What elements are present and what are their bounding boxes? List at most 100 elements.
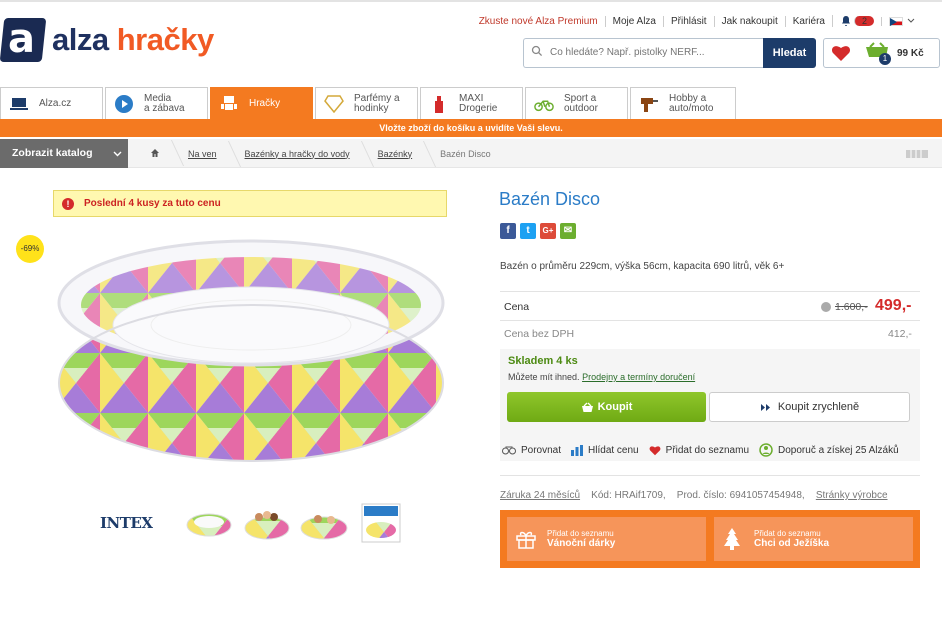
recommend-action[interactable]: Doporuč a získej 25 Alzáků xyxy=(759,443,899,457)
premium-link[interactable]: Zkuste nové Alza Premium xyxy=(472,16,605,27)
info-dot-icon[interactable] xyxy=(821,302,831,312)
stock-note-text: Můžete mít ihned. xyxy=(508,372,580,382)
career-link[interactable]: Kariéra xyxy=(784,15,832,27)
product-code: Kód: HRAif1709, xyxy=(591,490,666,501)
product-description: Bazén o průměru 229cm, výška 56cm, kapac… xyxy=(500,261,785,272)
manufacturer-link[interactable]: Stránky výrobce xyxy=(816,490,888,501)
recommend-icon xyxy=(759,443,773,457)
tab-media[interactable]: Media a zábava xyxy=(105,87,208,119)
laptop-icon xyxy=(9,94,29,114)
home-crumb[interactable] xyxy=(140,148,178,160)
breadcrumb: Na ven Bazénky a hračky do vody Bazénky … xyxy=(140,139,509,168)
promo-banner: Vložte zboží do košíku a uvidíte Vaši sl… xyxy=(0,119,942,137)
tab-label-line2: outdoor xyxy=(564,102,598,114)
basket-icon xyxy=(581,402,593,412)
product-number: Prod. číslo: 6941057454948, xyxy=(676,490,805,501)
thumbnail[interactable] xyxy=(186,511,232,537)
wish-big-label: Chci od Ježíška xyxy=(754,538,830,549)
tab-label-line2: hodinky xyxy=(354,102,389,114)
product-meta: Záruka 24 měsíců Kód: HRAif1709, Prod. č… xyxy=(500,490,888,501)
tab-hracky[interactable]: Hračky xyxy=(210,87,313,119)
breadcrumb-item[interactable]: Bazénky xyxy=(368,149,431,159)
add-to-list-label: Přidat do seznamu xyxy=(665,444,750,456)
tab-label-line2: a zábava xyxy=(144,102,185,114)
my-alza-link[interactable]: Moje Alza xyxy=(604,15,663,27)
buy-button[interactable]: Koupit xyxy=(507,392,706,422)
catalog-button-label: Zobrazit katalog xyxy=(12,147,93,159)
price-label: Cena xyxy=(504,301,530,313)
stock-status: Skladem 4 ks xyxy=(508,355,578,367)
notifications[interactable]: 2 xyxy=(831,15,881,27)
search-input[interactable] xyxy=(550,47,750,58)
robot-icon xyxy=(219,94,239,114)
divider xyxy=(500,475,920,476)
add-to-list-action[interactable]: Přidat do seznamu xyxy=(649,445,749,456)
google-plus-icon[interactable]: G+ xyxy=(540,223,556,239)
product-actions: Porovnat Hlídat cenu Přidat do seznamu D… xyxy=(502,443,909,457)
thumbnail[interactable] xyxy=(244,506,290,540)
heart-icon xyxy=(649,445,661,455)
price-novat-label: Cena bez DPH xyxy=(504,328,575,340)
logo-text[interactable]: alza hračky xyxy=(52,22,214,58)
breadcrumb-item[interactable]: Bazénky a hračky do vody xyxy=(235,149,368,159)
heart-icon[interactable] xyxy=(831,44,851,62)
bell-icon xyxy=(841,16,850,26)
tab-label-line2: auto/moto xyxy=(669,102,714,114)
delivery-link[interactable]: Prodejny a termíny doručení xyxy=(582,372,695,382)
old-price: 1.600,- xyxy=(835,301,868,313)
wish-christmas-button[interactable]: Přidat do seznamu Vánoční dárky xyxy=(507,517,706,561)
top-links: Zkuste nové Alza Premium Moje Alza Přihl… xyxy=(472,15,922,27)
bicycle-icon xyxy=(534,94,554,114)
compare-label: Porovnat xyxy=(521,444,562,456)
logo-letter: a xyxy=(8,16,35,62)
category-tabs: Alza.cz Media a zábava Hračky Parfémy a ho… xyxy=(0,87,942,119)
czech-flag-icon xyxy=(889,16,903,26)
watch-price-action[interactable]: Hlídat cenu xyxy=(571,444,639,456)
thumbnail[interactable] xyxy=(300,508,348,540)
watch-price-label: Hlídat cenu xyxy=(588,444,639,456)
tab-sport[interactable]: Sport a outdoor xyxy=(525,87,628,119)
grid-view-icon[interactable] xyxy=(906,150,928,158)
price: 499,- xyxy=(875,297,912,314)
language-switch[interactable] xyxy=(881,16,922,26)
gift-icon xyxy=(516,531,536,549)
catalog-button[interactable]: Zobrazit katalog xyxy=(0,139,128,168)
alert-icon: ! xyxy=(62,198,74,210)
stock-note: Můžete mít ihned. Prodejny a termíny dor… xyxy=(508,372,695,382)
tab-drogerie[interactable]: MAXI Drogerie xyxy=(420,87,523,119)
warranty-link[interactable]: Záruka 24 měsíců xyxy=(500,490,580,501)
drill-icon xyxy=(639,94,659,114)
brand-logo[interactable]: INTEX xyxy=(100,514,153,554)
wish-small-label: Přidat do seznamu xyxy=(547,529,614,538)
wish-jezisek-button[interactable]: Přidat do seznamu Chci od Ježíška xyxy=(714,517,913,561)
logo-word-alza: alza xyxy=(52,22,109,57)
tab-label: Hračky xyxy=(249,97,281,109)
email-icon[interactable]: ✉ xyxy=(560,223,576,239)
tab-hobby[interactable]: Hobby a auto/moto xyxy=(630,87,736,119)
product-title: Bazén Disco xyxy=(499,189,601,209)
twitter-icon[interactable]: t xyxy=(520,223,536,239)
tab-alza-cz[interactable]: Alza.cz xyxy=(0,87,103,119)
thumbnail[interactable] xyxy=(360,502,402,544)
wish-big-label: Vánoční dárky xyxy=(547,538,616,549)
spray-bottle-icon xyxy=(429,94,449,114)
product-image[interactable] xyxy=(52,233,450,465)
tab-parfemy[interactable]: Parfémy a hodinky xyxy=(315,87,418,119)
play-icon xyxy=(114,94,134,114)
buy-fast-button[interactable]: Koupit zrychleně xyxy=(709,392,910,422)
login-link[interactable]: Přihlásit xyxy=(663,15,714,27)
diamond-icon xyxy=(324,94,344,114)
discount-badge: -69% xyxy=(16,235,44,263)
divider xyxy=(500,320,920,321)
breadcrumb-item[interactable]: Na ven xyxy=(178,149,235,159)
compare-action[interactable]: Porovnat xyxy=(502,445,561,456)
facebook-icon[interactable]: f xyxy=(500,223,516,239)
double-chevron-icon xyxy=(760,403,770,411)
tab-label: Alza.cz xyxy=(39,97,72,109)
home-icon xyxy=(151,148,159,157)
how-to-buy-link[interactable]: Jak nakoupit xyxy=(713,15,785,27)
search-button[interactable]: Hledat xyxy=(763,38,816,68)
stock-warning: Poslední 4 kusy za tuto cenu xyxy=(53,190,447,217)
search-icon xyxy=(531,45,543,57)
cart-price[interactable]: 99 Kč xyxy=(897,48,924,59)
